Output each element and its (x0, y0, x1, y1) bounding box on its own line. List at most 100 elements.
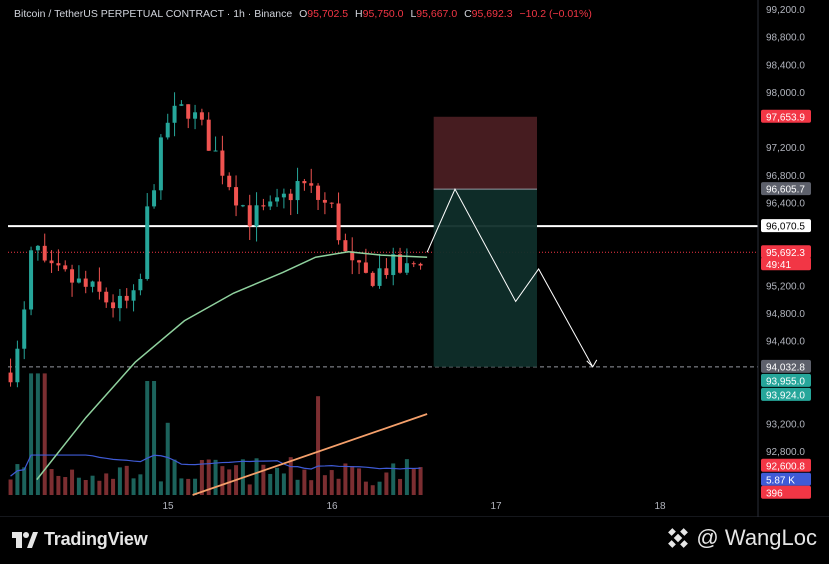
watermark: @ WangLoc (666, 525, 817, 551)
candle-body (131, 290, 136, 301)
volume-bar (83, 480, 88, 495)
candle-body (104, 291, 109, 303)
price-tick-label: 94,400.0 (766, 337, 805, 348)
price-label-text: 92,600.8 (766, 461, 805, 472)
price-tick-label: 98,400.0 (766, 60, 805, 71)
price-label-text: 95,692.3 (766, 248, 805, 259)
tradingview-icon (12, 531, 38, 548)
price-label-text: 49:41 (766, 260, 791, 271)
candle-body (247, 205, 252, 227)
stop-loss-zone (433, 116, 537, 190)
volume-bar (199, 460, 204, 495)
price-tick-label: 95,200.0 (766, 281, 805, 292)
candle-body (295, 181, 300, 201)
candle-body (281, 193, 286, 198)
price-label-text: 97,653.9 (766, 112, 805, 123)
volume-bar (281, 473, 286, 495)
low-value: 95,667.0 (416, 8, 458, 20)
candle-body (179, 104, 184, 106)
price-label-text: 5.87 K (766, 475, 795, 486)
candle-body (158, 137, 163, 191)
symbol-title: Bitcoin / TetherUS PERPETUAL CONTRACT · … (14, 8, 293, 20)
volume-bar (165, 422, 170, 495)
candle-body (8, 372, 13, 383)
candle-body (302, 181, 307, 184)
candle-body (193, 112, 198, 119)
chart-stage: 99,200.0 98,800.0 98,400.0 98,000.0 97,200.0… (0, 0, 829, 564)
volume-bar (213, 459, 218, 495)
candle-body (357, 260, 362, 263)
volume-bar (42, 373, 47, 495)
candle-body (22, 309, 27, 349)
candle-body (377, 268, 382, 286)
candle-body (213, 150, 218, 152)
candle-body (56, 263, 61, 266)
candle-body (316, 185, 321, 200)
candle-body (261, 205, 266, 207)
volume-bar (398, 478, 403, 495)
volume-bar (343, 463, 348, 495)
volume-bar (295, 479, 300, 495)
candlestick-chart[interactable]: 99,200.0 98,800.0 98,400.0 98,000.0 97,200.0… (0, 0, 829, 517)
close-value: 95,692.3 (471, 8, 513, 20)
candle-body (254, 205, 259, 227)
candle-body (35, 245, 40, 251)
volume-bar (76, 477, 81, 495)
volume-bar (186, 478, 191, 495)
volume-bar (117, 467, 122, 495)
candle-body (363, 262, 368, 273)
candle-body (275, 197, 280, 202)
candle-body (165, 122, 170, 138)
candle-body (206, 119, 211, 151)
candle-body (391, 254, 396, 276)
volume-bar (49, 469, 54, 495)
candle-body (90, 281, 95, 287)
moving-average-fast (36, 250, 428, 481)
change-value: −10.2 (−0.01%) (519, 8, 592, 20)
price-label-text: 93,924.0 (766, 390, 805, 401)
candle-body (411, 263, 416, 265)
candle-body (322, 199, 327, 203)
time-tick-label: 16 (326, 501, 338, 512)
candle-body (227, 175, 232, 188)
price-tick-label: 94,800.0 (766, 309, 805, 320)
volume-bar (275, 467, 280, 495)
volume-bar (15, 464, 20, 495)
volume-bar (97, 480, 102, 495)
candle-body (15, 348, 20, 383)
candle-body (76, 278, 81, 283)
volume-bar (104, 473, 109, 495)
volume-bar (418, 467, 423, 495)
volume-bar (404, 459, 409, 495)
volume-bar (56, 475, 61, 495)
candle-body (145, 206, 150, 279)
price-label-text: 93,955.0 (766, 376, 805, 387)
tradingview-logo[interactable]: TradingView (12, 529, 148, 550)
candle-body (186, 104, 191, 119)
candle-body (384, 268, 389, 276)
volume-bar (336, 478, 341, 495)
candle-body (398, 254, 403, 273)
volume-bar (124, 465, 129, 495)
time-tick-label: 17 (490, 501, 502, 512)
candle-body (138, 278, 143, 291)
volume-bar (131, 478, 136, 495)
volume-bar (316, 396, 321, 495)
binance-icon (668, 528, 689, 548)
candle-body (268, 201, 273, 207)
candle-body (418, 263, 423, 266)
volume-bar (70, 469, 75, 495)
watermark-text: @ WangLoc (696, 525, 817, 550)
volume-bar (322, 475, 327, 495)
price-tick-label: 98,800.0 (766, 33, 805, 44)
candle-body (117, 295, 122, 309)
volume-bar (90, 475, 95, 495)
candle-body (97, 281, 102, 292)
open-value: 95,702.5 (307, 8, 349, 20)
volume-bar (172, 459, 177, 495)
volume-bar (268, 473, 273, 495)
candle-body (234, 187, 239, 206)
price-tick-label: 98,000.0 (766, 88, 805, 99)
close-label: C (464, 8, 472, 20)
volume-bar (22, 467, 27, 495)
